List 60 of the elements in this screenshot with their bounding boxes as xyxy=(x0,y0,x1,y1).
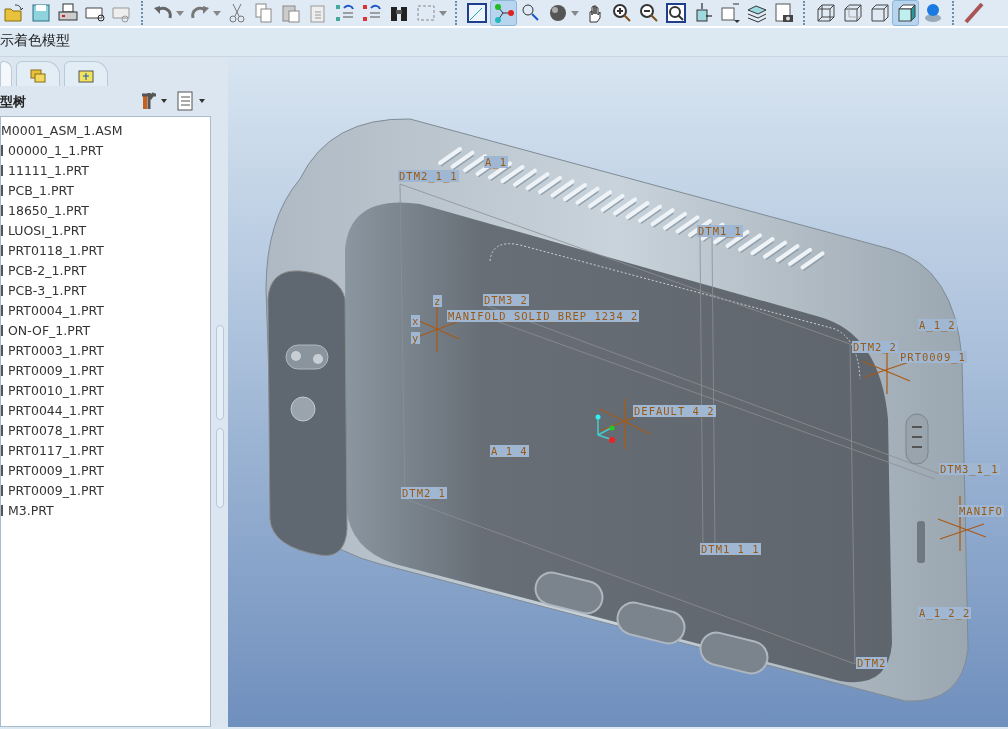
prompt-message: 示着色模型 xyxy=(0,31,71,50)
csys-triad-icon xyxy=(595,414,615,443)
tree-item[interactable]: ON-OF_1.PRT xyxy=(1,321,210,342)
datum-label: MANIFOLD_SOLID_BREP_1234_2 xyxy=(447,310,640,322)
caret-icon[interactable] xyxy=(439,11,447,16)
datum-label: DTM2_1_1 xyxy=(398,170,459,182)
selection-box-icon xyxy=(414,2,437,24)
list-icon[interactable] xyxy=(177,91,207,112)
tree-item[interactable]: PRT0009_1.PRT xyxy=(1,481,210,502)
datum-label: DTM1_1_1 xyxy=(700,543,761,555)
settings-icon[interactable] xyxy=(141,91,169,112)
tree-item[interactable]: 11111_1.PRT xyxy=(1,161,210,182)
tree-item[interactable]: PRT0009_1.PRT xyxy=(1,361,210,382)
tree-item[interactable]: PRT0009_1.PRT xyxy=(1,461,210,482)
splitter-handle[interactable] xyxy=(215,324,224,420)
axis-display-icon xyxy=(492,2,515,24)
tree-item[interactable]: PRT0010_1.PRT xyxy=(1,381,210,402)
datum-label: x xyxy=(411,315,421,327)
datum-label: DTM2_1 xyxy=(401,487,447,499)
navigator-tab[interactable] xyxy=(64,61,108,86)
open-folder-icon xyxy=(2,2,25,24)
tree-item[interactable]: PRT0003_1.PRT xyxy=(1,341,210,362)
datum-label: A_1 xyxy=(484,156,508,168)
regenerate-manager-icon xyxy=(360,2,383,24)
layers-icon xyxy=(745,2,768,24)
tree-item[interactable]: PCB-2_1.PRT xyxy=(1,261,210,282)
tree-item[interactable]: PRT0078_1.PRT xyxy=(1,421,210,442)
datum-label: DEFAULT_4_2 xyxy=(633,405,716,417)
model-tree-title: 型树 xyxy=(0,92,26,111)
caret-icon[interactable] xyxy=(176,11,184,16)
splitter-handle[interactable] xyxy=(215,427,224,508)
datum-label: DTM1_1 xyxy=(697,225,743,237)
tree-item[interactable]: 18650_1.PRT xyxy=(1,201,210,222)
tree-item[interactable]: 00000_1_1.PRT xyxy=(1,141,210,162)
tree-item[interactable]: PRT0118_1.PRT xyxy=(1,241,210,262)
datum-label: DTM3_2 xyxy=(483,294,529,306)
navigator-tab[interactable] xyxy=(16,61,60,86)
datum-label: DTM3_1_1 xyxy=(939,463,1000,475)
tree-item[interactable]: PCB-3_1.PRT xyxy=(1,281,210,302)
datum-label: z xyxy=(433,295,443,307)
shaded-cube-button[interactable] xyxy=(892,0,919,26)
tree-item[interactable]: LUOSI_1.PRT xyxy=(1,221,210,242)
datum-plane-display-icon xyxy=(465,2,488,24)
tree-item[interactable]: PRT0117_1.PRT xyxy=(1,441,210,462)
tree-item[interactable]: PRT0044_1.PRT xyxy=(1,401,210,422)
datum-label: PRT0009_1 xyxy=(899,351,967,363)
caret-icon[interactable] xyxy=(571,11,579,16)
datum-label: A_1_4 xyxy=(490,445,529,457)
datum-label: y xyxy=(411,332,421,344)
datum-label: DTM2_2 xyxy=(852,341,898,353)
caret-icon[interactable] xyxy=(213,11,221,16)
regenerate-icon xyxy=(333,2,356,24)
tree-item[interactable]: PRT0004_1.PRT xyxy=(1,301,210,322)
datum-label: DTM2 xyxy=(856,657,888,669)
tree-item[interactable]: PCB_1.PRT xyxy=(1,181,210,202)
datum-label: A_1_2_2 xyxy=(918,607,972,619)
datum-label: A_1_2 xyxy=(918,319,957,331)
tree-item[interactable]: M3.PRT xyxy=(1,501,210,522)
tree-item[interactable]: M0001_ASM_1.ASM xyxy=(1,121,210,142)
datum-label: MANIFO xyxy=(958,505,1004,517)
